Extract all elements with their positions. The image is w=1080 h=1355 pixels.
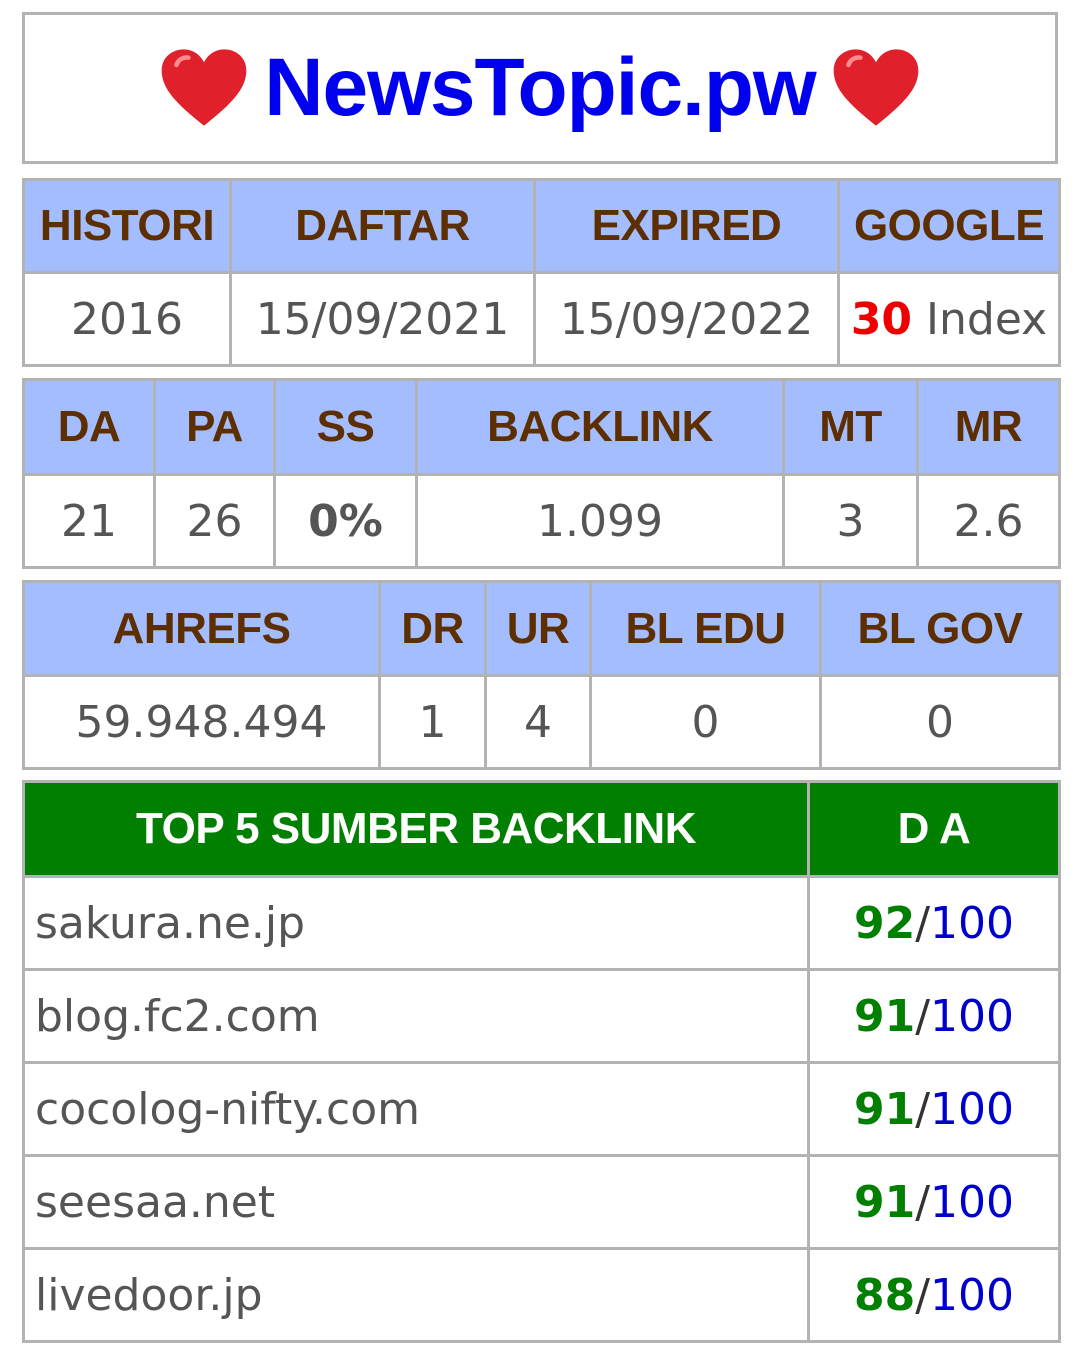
backlink-da-score: 91/100 bbox=[807, 1061, 1061, 1157]
top-backlinks-table: TOP 5 SUMBER BACKLINK D A sakura.ne.jp 9… bbox=[22, 780, 1061, 1343]
header-top-sources: TOP 5 SUMBER BACKLINK bbox=[22, 780, 810, 878]
da-value: 88 bbox=[853, 1269, 916, 1321]
da-max: 100 bbox=[930, 1083, 1015, 1135]
header-histori: HISTORI bbox=[22, 178, 232, 274]
backlink-source-link[interactable]: blog.fc2.com bbox=[22, 968, 810, 1064]
table-row: seesaa.net 91/100 bbox=[22, 1154, 1061, 1250]
da-value: 91 bbox=[853, 1176, 916, 1228]
da-slash: / bbox=[915, 990, 931, 1042]
header-expired: EXPIRED bbox=[533, 178, 840, 274]
domain-history-table: HISTORI DAFTAR EXPIRED GOOGLE 2016 15/09… bbox=[22, 178, 1061, 367]
header-bl-gov: BL GOV bbox=[819, 580, 1061, 677]
backlink-da-score: 92/100 bbox=[807, 875, 1061, 971]
table-row: blog.fc2.com 91/100 bbox=[22, 968, 1061, 1064]
mt-value: 3 bbox=[782, 473, 919, 569]
bl-gov-value: 0 bbox=[819, 674, 1061, 770]
da-max: 100 bbox=[930, 897, 1015, 949]
table-row: cocolog-nifty.com 91/100 bbox=[22, 1061, 1061, 1157]
ahrefs-metrics-table: AHREFS DR UR BL EDU BL GOV 59.948.494 1 … bbox=[22, 580, 1061, 770]
table-row: livedoor.jp 88/100 bbox=[22, 1247, 1061, 1343]
moz-metrics-table: DA PA SS BACKLINK MT MR 21 26 0% 1.099 3… bbox=[22, 378, 1061, 569]
dr-value: 1 bbox=[378, 674, 487, 770]
da-slash: / bbox=[915, 1083, 931, 1135]
heart-icon bbox=[833, 49, 919, 126]
header-da-score: D A bbox=[807, 780, 1061, 878]
header-backlink: BACKLINK bbox=[415, 378, 785, 476]
backlink-da-score: 88/100 bbox=[807, 1247, 1061, 1343]
google-index-suffix: Index bbox=[912, 293, 1048, 345]
backlink-da-score: 91/100 bbox=[807, 968, 1061, 1064]
header-ahrefs: AHREFS bbox=[22, 580, 381, 677]
bl-edu-value: 0 bbox=[589, 674, 822, 770]
pa-value: 26 bbox=[153, 473, 276, 569]
backlink-value: 1.099 bbox=[415, 473, 785, 569]
ahrefs-value: 59.948.494 bbox=[22, 674, 381, 770]
backlink-source-link[interactable]: livedoor.jp bbox=[22, 1247, 810, 1343]
da-value: 21 bbox=[22, 473, 156, 569]
mr-value: 2.6 bbox=[916, 473, 1061, 569]
da-slash: / bbox=[915, 1269, 931, 1321]
header-dr: DR bbox=[378, 580, 487, 677]
expired-value: 15/09/2022 bbox=[533, 271, 840, 367]
title-box: NewsTopic.pw bbox=[22, 12, 1058, 164]
daftar-value: 15/09/2021 bbox=[229, 271, 536, 367]
backlink-da-score: 91/100 bbox=[807, 1154, 1061, 1250]
da-max: 100 bbox=[930, 1176, 1015, 1228]
da-value: 91 bbox=[853, 1083, 916, 1135]
header-google: GOOGLE bbox=[837, 178, 1061, 274]
google-index-value: 30 Index bbox=[837, 271, 1061, 367]
site-title[interactable]: NewsTopic.pw bbox=[264, 41, 816, 135]
da-max: 100 bbox=[930, 1269, 1015, 1321]
header-mt: MT bbox=[782, 378, 919, 476]
header-daftar: DAFTAR bbox=[229, 178, 536, 274]
table-row: sakura.ne.jp 92/100 bbox=[22, 875, 1061, 971]
header-bl-edu: BL EDU bbox=[589, 580, 822, 677]
header-pa: PA bbox=[153, 378, 276, 476]
header-da: DA bbox=[22, 378, 156, 476]
da-max: 100 bbox=[930, 990, 1015, 1042]
ss-value: 0% bbox=[273, 473, 418, 569]
header-ss: SS bbox=[273, 378, 418, 476]
heart-icon bbox=[161, 49, 247, 126]
da-slash: / bbox=[915, 897, 931, 949]
da-value: 91 bbox=[853, 990, 916, 1042]
header-mr: MR bbox=[916, 378, 1061, 476]
header-ur: UR bbox=[484, 580, 592, 677]
google-index-count: 30 bbox=[850, 293, 913, 345]
da-slash: / bbox=[915, 1176, 931, 1228]
backlink-source-link[interactable]: sakura.ne.jp bbox=[22, 875, 810, 971]
da-value: 92 bbox=[853, 897, 916, 949]
backlink-source-link[interactable]: seesaa.net bbox=[22, 1154, 810, 1250]
ur-value: 4 bbox=[484, 674, 592, 770]
histori-value: 2016 bbox=[22, 271, 232, 367]
backlink-source-link[interactable]: cocolog-nifty.com bbox=[22, 1061, 810, 1157]
